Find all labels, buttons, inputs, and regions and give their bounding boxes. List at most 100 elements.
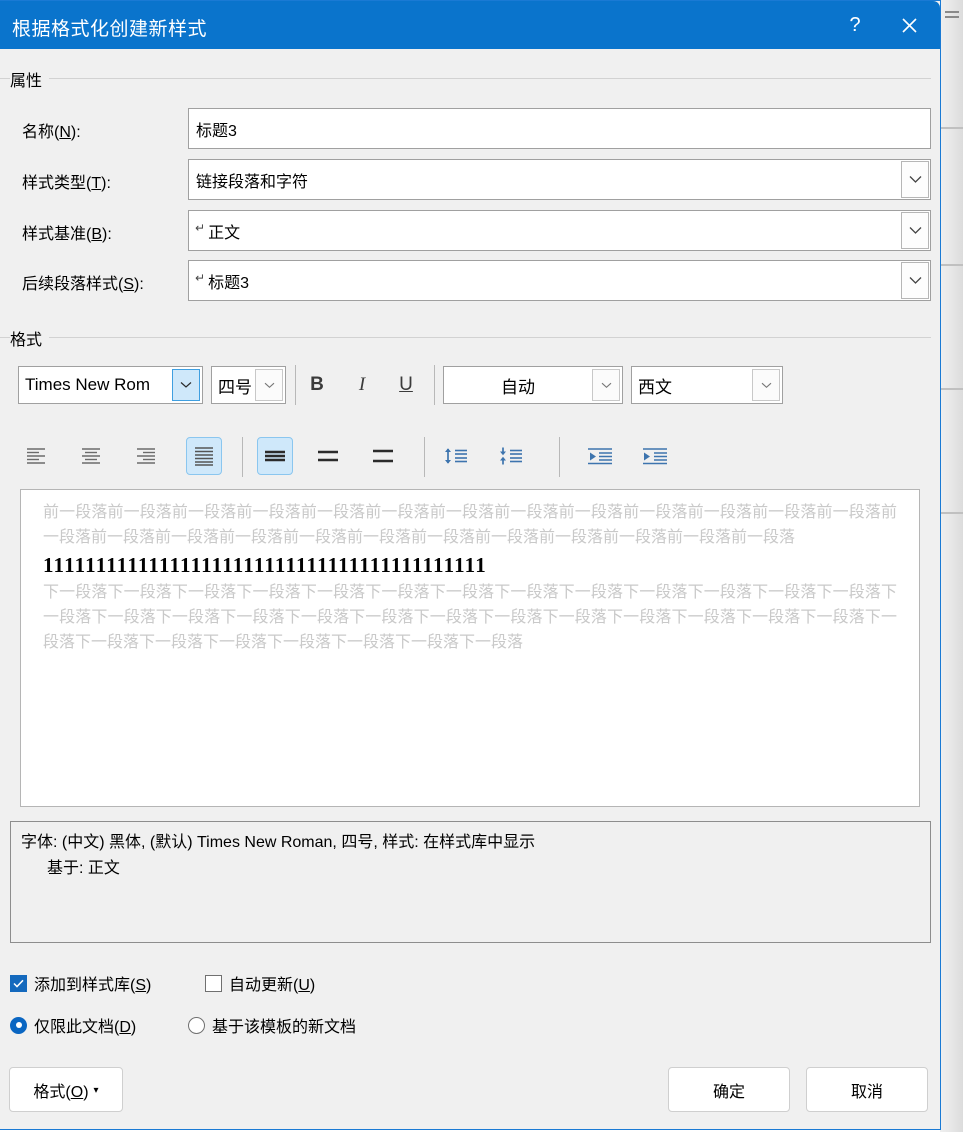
font-size-combo[interactable]: 四号: [211, 366, 286, 404]
background-divider: [940, 388, 963, 390]
style-base-value: 正文: [208, 224, 241, 242]
help-icon: ?: [849, 13, 861, 36]
align-justify-button[interactable]: [186, 437, 222, 475]
close-button[interactable]: [886, 1, 932, 49]
style-type-dropdown[interactable]: 链接段落和字符: [188, 159, 931, 200]
toolbar-separator: [295, 365, 296, 405]
this-document-only-radio[interactable]: 仅限此文档(D): [10, 1013, 136, 1037]
style-type-chevron-down-icon[interactable]: [901, 161, 929, 198]
paragraph-mark-icon: ↵: [195, 220, 206, 235]
align-left-button[interactable]: [19, 439, 53, 473]
new-documents-template-label: 基于该模板的新文档: [212, 1019, 357, 1036]
dialog-titlebar: 根据格式化创建新样式 ?: [0, 1, 940, 49]
align-left-icon: [27, 448, 45, 464]
toolbar-separator: [424, 437, 425, 477]
group-divider-line: [0, 78, 931, 79]
font-name-combo[interactable]: Times New Rom: [18, 366, 203, 404]
font-color-combo[interactable]: 自动: [443, 366, 623, 404]
label-text: 名称(: [22, 124, 60, 141]
next-style-label: 后续段落样式(S):: [22, 270, 144, 294]
format-menu-button[interactable]: 格式(O) ▾: [9, 1067, 123, 1112]
line-spacing-double-button[interactable]: [366, 439, 400, 473]
caret-down-icon: ▾: [93, 1085, 99, 1096]
background-ruler-marks: [945, 11, 959, 21]
name-field-label: 名称(N):: [22, 118, 81, 142]
decrease-paragraph-spacing-button[interactable]: [492, 439, 530, 473]
increase-indent-button[interactable]: [637, 439, 673, 473]
ok-button[interactable]: 确定: [668, 1067, 790, 1112]
preview-previous-paragraph: 前一段落前一段落前一段落前一段落前一段落前一段落前一段落前一段落前一段落前一段落…: [43, 504, 897, 546]
new-documents-template-radio[interactable]: 基于该模板的新文档: [188, 1013, 356, 1037]
accelerator-key: N: [59, 124, 71, 141]
script-combo[interactable]: 西文: [631, 366, 783, 404]
label-text: 后续段落样式(: [22, 276, 124, 293]
font-size-chevron-down-icon[interactable]: [255, 369, 283, 401]
background-divider: [940, 264, 963, 266]
next-style-value: 标题3: [208, 274, 249, 292]
background-divider: [940, 512, 963, 514]
align-right-button[interactable]: [129, 439, 163, 473]
add-to-gallery-label: 添加到样式库(S): [34, 977, 152, 994]
style-base-dropdown[interactable]: ↵ 正文: [188, 210, 931, 251]
description-line-basedon: 基于: 正文: [47, 860, 120, 877]
dialog-title: 根据格式化创建新样式: [12, 19, 208, 40]
preview-next-paragraph: 下一段落下一段落下一段落下一段落下一段落下一段落下一段落下一段落下一段落下一段落…: [43, 584, 897, 651]
format-menu-label: 格式(O): [33, 1083, 89, 1101]
next-style-dropdown[interactable]: ↵ 标题3: [188, 260, 931, 301]
line-spacing-1.5-icon: [318, 450, 338, 462]
cancel-button[interactable]: 取消: [806, 1067, 928, 1112]
font-color-chevron-down-icon[interactable]: [592, 369, 620, 401]
close-icon: [901, 17, 917, 33]
align-justify-icon: [195, 447, 213, 466]
font-size-value: 四号: [218, 377, 252, 397]
decrease-indent-icon: [588, 448, 612, 465]
increase-paragraph-spacing-button[interactable]: [437, 439, 475, 473]
name-input[interactable]: 标题3: [188, 108, 931, 149]
increase-paragraph-spacing-icon: [445, 448, 467, 464]
format-group-header: 格式: [0, 326, 940, 352]
italic-button[interactable]: I: [347, 369, 377, 401]
underline-button[interactable]: U: [391, 369, 421, 401]
label-text: 样式类型(: [22, 175, 92, 192]
script-value: 西文: [638, 377, 672, 397]
style-preview-pane: 前一段落前一段落前一段落前一段落前一段落前一段落前一段落前一段落前一段落前一段落…: [20, 489, 920, 807]
align-center-button[interactable]: [74, 439, 108, 473]
label-text: ):: [134, 276, 144, 293]
toolbar-separator: [559, 437, 560, 477]
format-group-label: 格式: [10, 326, 50, 350]
style-type-label: 样式类型(T):: [22, 169, 111, 193]
accelerator-key: T: [91, 175, 102, 192]
align-right-icon: [137, 448, 155, 464]
line-spacing-single-button[interactable]: [257, 437, 293, 475]
radio-unselected-icon: [188, 1016, 205, 1034]
increase-indent-icon: [643, 448, 667, 465]
group-divider-line: [0, 337, 931, 338]
properties-group-header: 属性: [0, 67, 940, 93]
decrease-indent-button[interactable]: [582, 439, 618, 473]
font-name-chevron-down-icon[interactable]: [172, 369, 200, 401]
style-description-box: 字体: (中文) 黑体, (默认) Times New Roman, 四号, 样…: [10, 821, 931, 943]
script-chevron-down-icon[interactable]: [752, 369, 780, 401]
paragraph-mark-icon: ↵: [195, 270, 206, 285]
label-text: ):: [101, 175, 111, 192]
decrease-paragraph-spacing-icon: [500, 447, 522, 465]
checkbox-checked-icon: [10, 974, 27, 992]
label-text: ):: [70, 124, 81, 141]
label-text: 样式基准(: [22, 226, 92, 243]
font-name-value: Times New Rom: [25, 375, 150, 394]
accelerator-key: S: [123, 276, 135, 293]
add-to-gallery-checkbox[interactable]: 添加到样式库(S): [10, 971, 151, 995]
next-style-chevron-down-icon[interactable]: [901, 262, 929, 299]
bold-button[interactable]: B: [302, 369, 332, 401]
underline-icon: U: [399, 374, 413, 395]
accelerator-key: B: [91, 226, 103, 243]
line-spacing-1-5-button[interactable]: [311, 439, 345, 473]
description-line-font: 字体: (中文) 黑体, (默认) Times New Roman, 四号, 样…: [21, 834, 536, 851]
style-base-chevron-down-icon[interactable]: [901, 212, 929, 249]
help-button[interactable]: ?: [832, 1, 878, 49]
auto-update-checkbox[interactable]: 自动更新(U): [205, 971, 315, 995]
new-style-dialog: 根据格式化创建新样式 ? 属性 名称(N): 标题3 样式类型(T): 链接段落…: [0, 0, 941, 1130]
auto-update-label: 自动更新(U): [229, 977, 316, 994]
checkbox-unchecked-icon: [205, 974, 222, 992]
style-base-label: 样式基准(B):: [22, 220, 112, 244]
